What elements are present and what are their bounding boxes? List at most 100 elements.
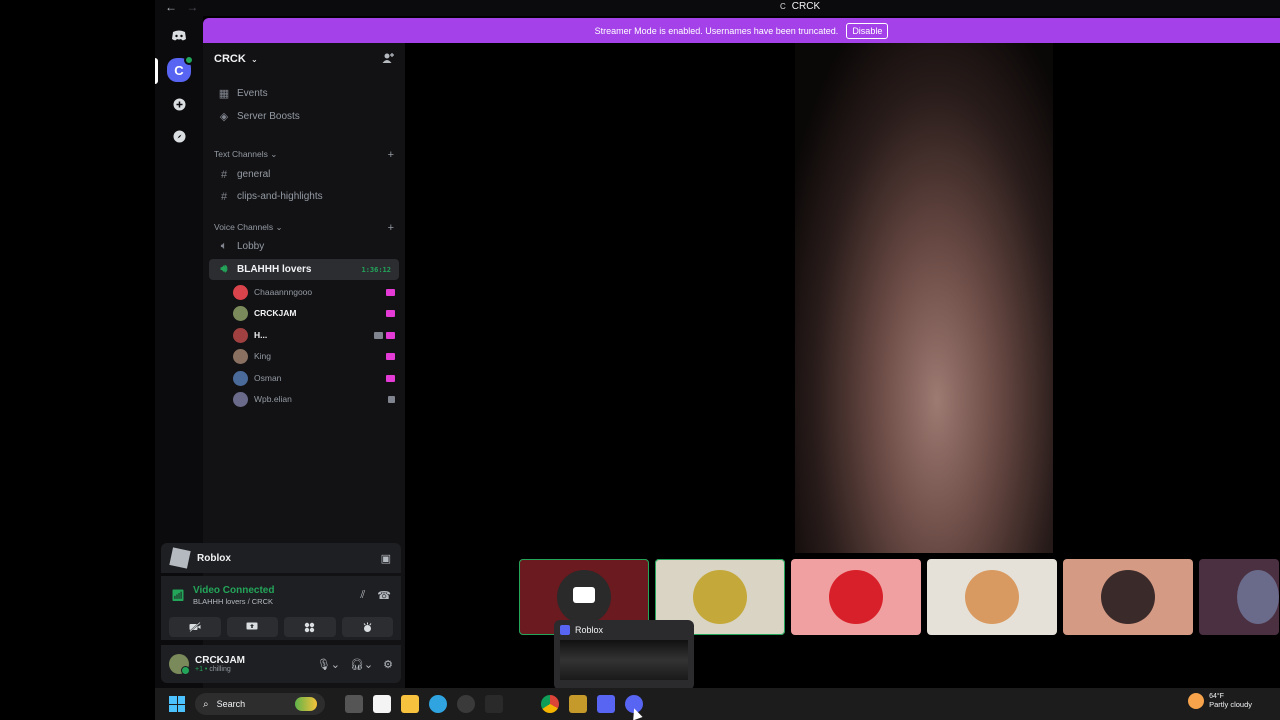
weather-widget[interactable]: 64°F Partly cloudy bbox=[1188, 693, 1252, 709]
voice-member[interactable]: Chaaannngooo bbox=[233, 282, 395, 302]
category-voice-channels[interactable]: Voice Channels ⌄ + bbox=[214, 222, 394, 234]
create-channel-plus-icon[interactable]: + bbox=[388, 149, 394, 161]
screen-share-icon bbox=[246, 622, 258, 630]
add-server-icon[interactable] bbox=[167, 92, 191, 116]
voice-member[interactable]: CRCKJAM bbox=[233, 303, 395, 323]
activity-game: Roblox bbox=[197, 552, 231, 564]
voice-channel-blahhh-lovers[interactable]: 🔊︎ BLAHHH lovers 1:36:12 bbox=[209, 259, 399, 280]
chevron-down-icon: ⌄ bbox=[248, 55, 258, 64]
voice-member[interactable]: Wpb.elian bbox=[233, 389, 395, 409]
share-screen-button[interactable] bbox=[226, 617, 278, 637]
settings-gear-icon[interactable]: ⚙︎ bbox=[383, 658, 393, 671]
activity-controller-icon bbox=[386, 352, 395, 360]
voice-connection-panel: 📶︎ Video Connected BLAHHH lovers / CRCK … bbox=[161, 576, 401, 614]
camera-off-button[interactable] bbox=[169, 617, 221, 637]
file-explorer-icon[interactable] bbox=[401, 695, 419, 713]
taskbar-search[interactable]: ⌕ Search bbox=[195, 693, 325, 715]
voice-member[interactable]: H... bbox=[233, 325, 395, 345]
invite-people-icon[interactable] bbox=[382, 52, 394, 67]
avatar bbox=[233, 370, 248, 386]
taskbar-window-preview[interactable]: Roblox bbox=[554, 620, 694, 690]
signal-icon[interactable]: 📶︎ bbox=[171, 589, 185, 602]
camera-icon bbox=[573, 587, 595, 603]
member-name: King bbox=[254, 351, 272, 361]
disable-streamer-mode-button[interactable]: Disable bbox=[846, 22, 889, 39]
weather-temp: 64°F bbox=[1209, 693, 1224, 700]
avatar bbox=[693, 570, 747, 624]
channel-general[interactable]: # general bbox=[209, 164, 399, 185]
forward-arrow-icon[interactable]: → bbox=[186, 0, 198, 14]
soundboard-button[interactable] bbox=[341, 617, 393, 637]
weather-desc: Partly cloudy bbox=[1209, 700, 1252, 709]
category-label: Voice Channels bbox=[214, 222, 274, 232]
channel-clips-and-highlights[interactable]: # clips-and-highlights bbox=[209, 186, 399, 207]
partly-cloudy-icon bbox=[1188, 693, 1205, 709]
member-name: Osman bbox=[254, 373, 282, 383]
voice-action-buttons bbox=[161, 614, 401, 640]
discord-home-icon[interactable] bbox=[167, 24, 191, 48]
member-name: CRCKJAM bbox=[254, 308, 297, 318]
connection-status[interactable]: Video Connected bbox=[193, 585, 275, 596]
chrome-icon[interactable] bbox=[541, 695, 559, 713]
member-name: Chaaannngooo bbox=[254, 287, 313, 297]
activity-controller-icon bbox=[386, 288, 395, 296]
playstation-icon bbox=[388, 395, 395, 403]
sidebar-item-label: Server Boosts bbox=[237, 111, 300, 122]
sidebar-item-server-boosts[interactable]: ◈ Server Boosts bbox=[209, 106, 399, 127]
avatar[interactable] bbox=[169, 654, 190, 675]
explore-compass-icon[interactable] bbox=[167, 124, 191, 148]
server-crck-icon[interactable]: C bbox=[167, 55, 194, 82]
edge-browser-icon[interactable] bbox=[429, 695, 447, 713]
roblox-icon bbox=[560, 625, 570, 635]
hash-icon: # bbox=[220, 190, 228, 203]
noise-suppression-icon[interactable]: ⫽ bbox=[360, 589, 365, 602]
voice-channel-lobby[interactable]: 🔈︎ Lobby bbox=[209, 236, 399, 257]
app-icon[interactable] bbox=[569, 695, 587, 713]
avatar bbox=[965, 570, 1019, 624]
participant-tile[interactable] bbox=[791, 559, 921, 635]
activity-panel[interactable]: Roblox ▣ bbox=[161, 543, 401, 573]
steam-icon[interactable] bbox=[457, 695, 475, 713]
server-name: CRCK bbox=[214, 53, 246, 65]
voice-member[interactable]: Osman bbox=[233, 368, 395, 388]
channel-label: BLAHHH lovers bbox=[237, 264, 312, 275]
avatar bbox=[1237, 570, 1279, 624]
taskbar: ⌕ Search 64°F Partly cloudy bbox=[155, 688, 1280, 720]
epic-games-icon[interactable] bbox=[485, 695, 503, 713]
boost-gem-icon: ◈ bbox=[219, 111, 229, 123]
microphone-icon[interactable]: 🎙︎⌄ bbox=[317, 658, 340, 671]
microsoft-store-icon[interactable] bbox=[373, 695, 391, 713]
avatar bbox=[233, 284, 248, 300]
focused-video-stream[interactable] bbox=[795, 43, 1053, 553]
roblox-icon[interactable] bbox=[597, 695, 615, 713]
sidebar-item-events[interactable]: ▦ Events bbox=[209, 83, 399, 104]
calendar-icon: ▦ bbox=[218, 88, 230, 100]
server-header[interactable]: CRCK ⌄ bbox=[203, 43, 405, 75]
disconnect-icon[interactable]: ☎︎ bbox=[377, 589, 391, 602]
task-view-icon[interactable] bbox=[345, 695, 363, 713]
windows-start-icon[interactable] bbox=[169, 696, 185, 712]
banner-message: Streamer Mode is enabled. Usernames have… bbox=[594, 25, 839, 36]
activity-controller-icon bbox=[386, 331, 395, 339]
username[interactable]: CRCKJAM bbox=[195, 655, 245, 666]
voice-member[interactable]: King bbox=[233, 346, 395, 366]
category-text-channels[interactable]: Text Channels ⌄ + bbox=[214, 149, 394, 161]
stream-game-icon[interactable]: ▣ bbox=[381, 552, 391, 565]
participant-tile[interactable] bbox=[927, 559, 1057, 635]
notification-dot bbox=[184, 55, 194, 65]
participant-tile[interactable] bbox=[1199, 559, 1279, 635]
connection-channel[interactable]: BLAHHH lovers / CRCK bbox=[193, 597, 275, 606]
search-placeholder: Search bbox=[216, 699, 246, 709]
headphones-icon[interactable]: 🎧︎⌄ bbox=[350, 658, 373, 671]
window-title: C CRCK bbox=[780, 1, 820, 12]
activities-button[interactable] bbox=[284, 617, 336, 637]
create-channel-plus-icon[interactable]: + bbox=[388, 222, 394, 234]
status-prefix: +1 • bbox=[195, 666, 208, 673]
hash-icon: # bbox=[220, 168, 228, 181]
preview-image bbox=[560, 640, 688, 680]
call-duration: 1:36:12 bbox=[361, 265, 391, 274]
back-arrow-icon[interactable]: ← bbox=[165, 0, 177, 14]
speaker-icon: 🔊︎ bbox=[220, 263, 228, 275]
participant-tile[interactable] bbox=[1063, 559, 1193, 635]
app-icon[interactable] bbox=[513, 695, 531, 713]
